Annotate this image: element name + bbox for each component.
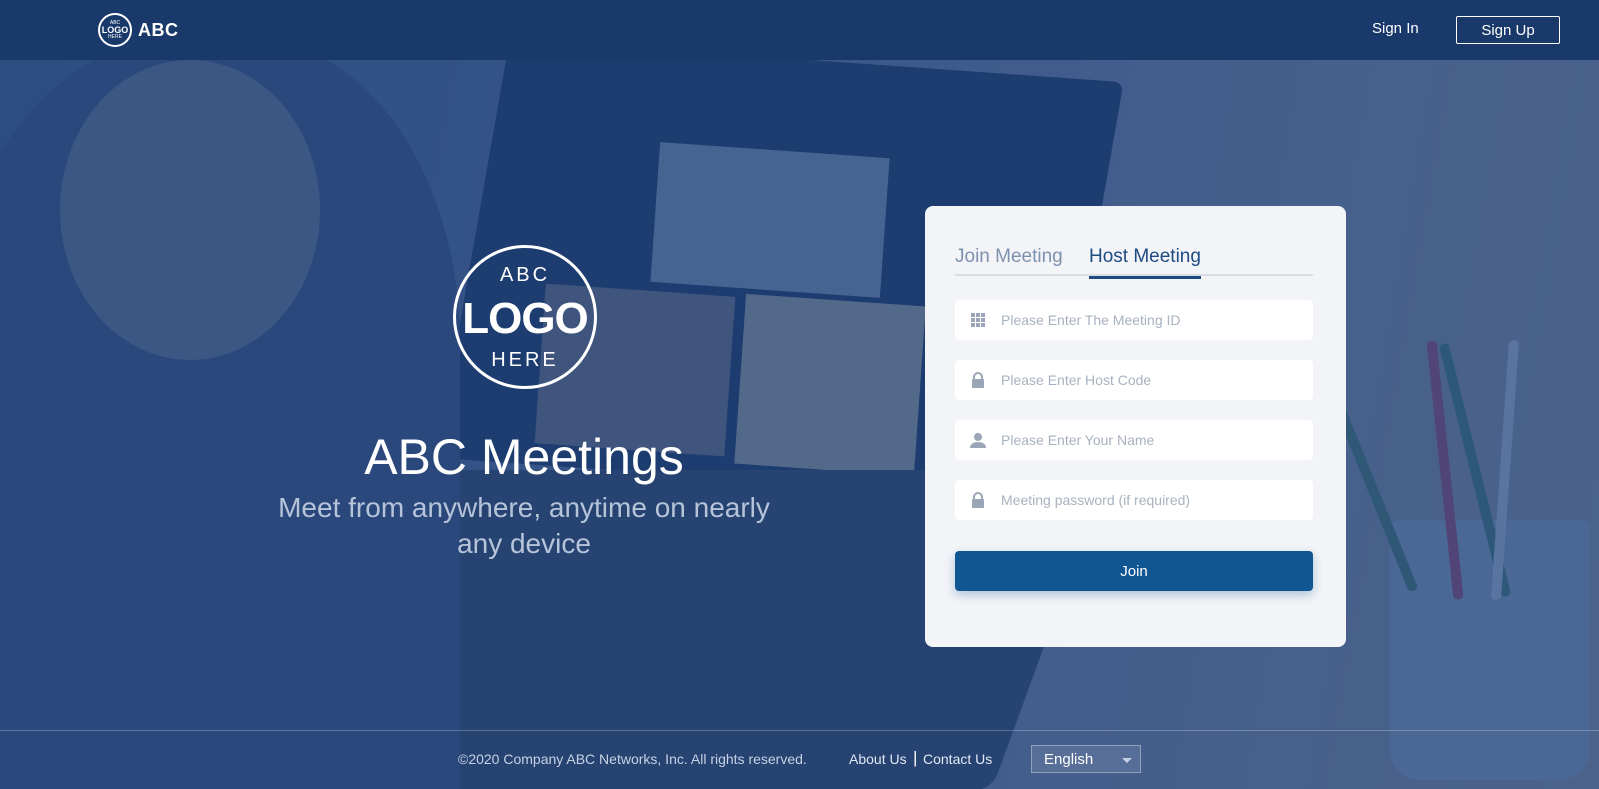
copyright-text: ©2020 Company ABC Networks, Inc. All rig…: [458, 751, 807, 767]
grid-icon: [955, 313, 1001, 327]
hero-logo-mid: LOGO: [462, 294, 589, 343]
meeting-id-input[interactable]: [1001, 312, 1301, 328]
language-select[interactable]: English: [1031, 745, 1141, 773]
footer-separator: |: [913, 748, 918, 767]
footer: ©2020 Company ABC Networks, Inc. All rig…: [0, 730, 1599, 789]
host-code-field: [955, 360, 1313, 400]
your-name-input[interactable]: [1001, 432, 1301, 448]
your-name-field: [955, 420, 1313, 460]
hero-logo-bottom: HERE: [491, 349, 559, 371]
top-header: ABC LOGO HERE ABC Sign In Sign Up: [0, 0, 1599, 60]
lock-icon: [955, 372, 1001, 388]
brand-name: ABC: [138, 19, 179, 40]
sign-up-label: Sign Up: [1481, 21, 1535, 39]
contact-us-link[interactable]: Contact Us: [923, 751, 992, 767]
meeting-password-input[interactable]: [1001, 492, 1301, 508]
lock-icon: [955, 492, 1001, 508]
tab-join-meeting[interactable]: Join Meeting: [955, 246, 1063, 276]
hero-logo-top: ABC: [499, 264, 551, 286]
brand[interactable]: ABC LOGO HERE ABC: [98, 13, 179, 47]
brand-logo-bottom: HERE: [108, 33, 122, 40]
host-code-input[interactable]: [1001, 372, 1301, 388]
meeting-tabs: Join Meeting Host Meeting: [955, 246, 1313, 279]
hero-logo: ABC LOGO HERE: [453, 245, 597, 389]
meeting-card: Join Meeting Host Meeting Please Enter T…: [925, 206, 1346, 647]
sign-up-button[interactable]: Sign Up: [1456, 16, 1560, 44]
tab-host-meeting[interactable]: Host Meeting: [1089, 246, 1201, 279]
hero-title: ABC Meetings: [364, 429, 684, 485]
brand-logo: ABC LOGO HERE: [98, 13, 132, 47]
join-button[interactable]: Join: [955, 551, 1313, 591]
about-us-link[interactable]: About Us: [849, 751, 907, 767]
language-value: English: [1044, 750, 1094, 768]
meeting-password-field: [955, 480, 1313, 520]
user-icon: [955, 432, 1001, 448]
hero-subtitle: Meet from anywhere, anytime on nearly an…: [278, 492, 770, 559]
chevron-down-icon: [1122, 758, 1132, 763]
meeting-id-field: [955, 300, 1313, 340]
blue-overlay: [0, 0, 1599, 789]
sign-in-link[interactable]: Sign In: [1372, 20, 1419, 37]
